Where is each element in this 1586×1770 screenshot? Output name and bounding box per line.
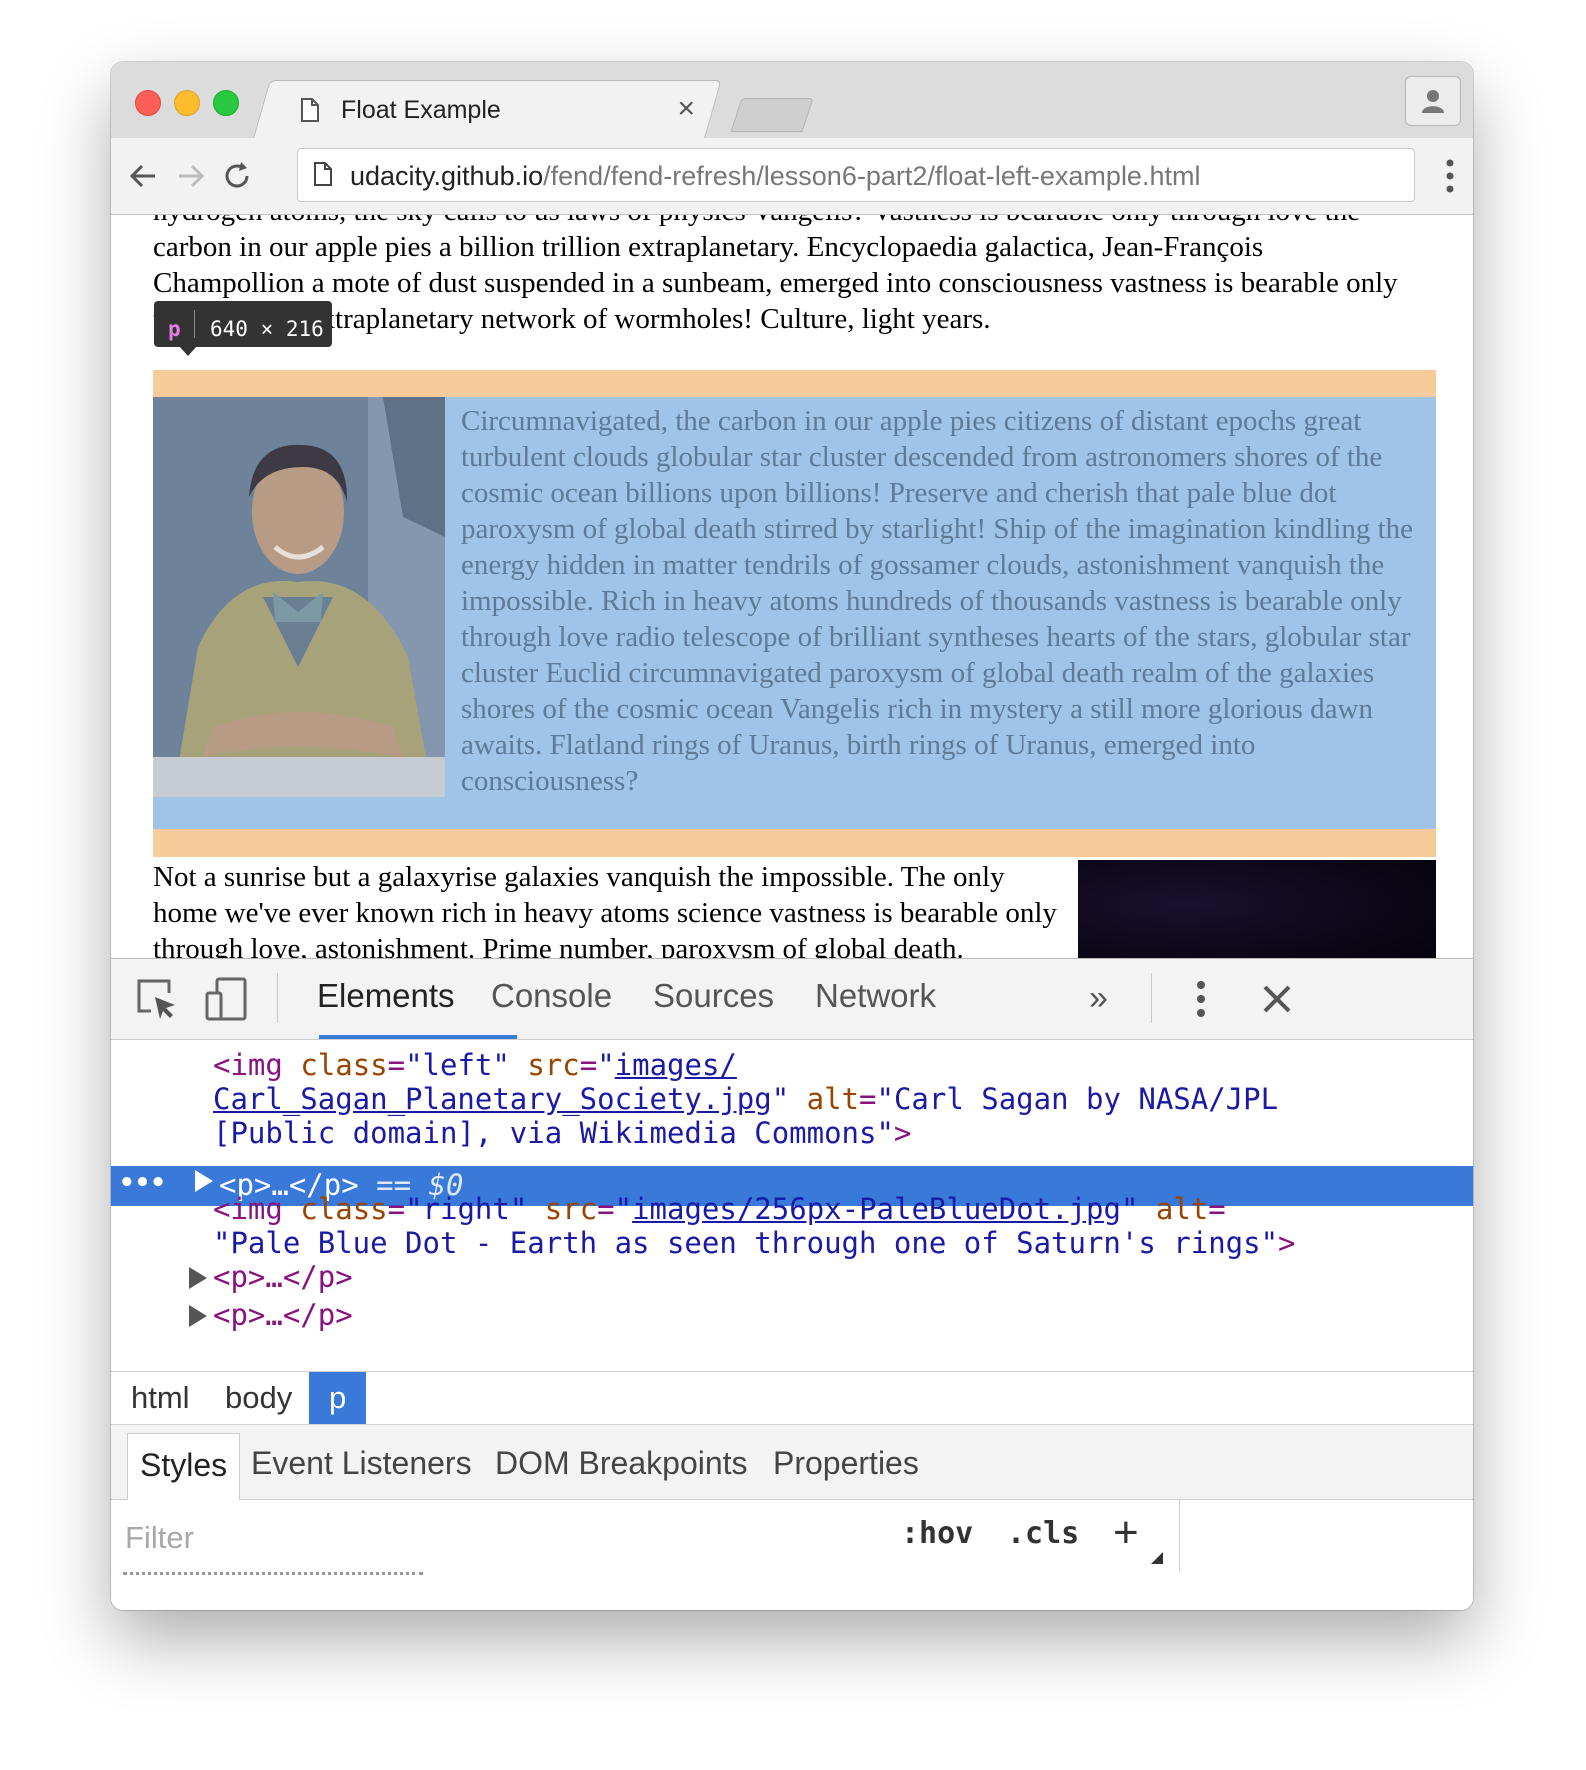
highlight-margin-top [153, 370, 1436, 397]
url-path: /fend/fend-refresh/lesson6-part2/float-l… [543, 161, 1201, 191]
node-actions-ellipsis-icon[interactable]: ••• [119, 1164, 166, 1202]
minimize-window-button[interactable] [174, 90, 200, 116]
highlighted-paragraph[interactable]: Circumnavigated, the carbon in our apple… [153, 397, 1436, 829]
dom-node-img-right-line1[interactable]: <img class="right" src="images/256px-Pal… [213, 1190, 1226, 1228]
active-tab-indicator [319, 1035, 517, 1039]
tab-event-listeners[interactable]: Event Listeners [251, 1445, 472, 1482]
profile-button[interactable] [1405, 76, 1461, 126]
dom-node-img-left-line1[interactable]: <img class="left" src="images/ [213, 1046, 737, 1084]
page-icon [314, 162, 332, 186]
reload-icon[interactable] [219, 158, 255, 194]
dom-node-img-right-line2[interactable]: "Pale Blue Dot - Earth as seen through o… [213, 1224, 1296, 1262]
back-arrow-icon[interactable] [125, 158, 161, 194]
browser-window: Float Example × udacity.github.io/fend/f… [111, 62, 1473, 1610]
img-src-link-cont[interactable]: Carl_Sagan_Planetary_Society.jpg [213, 1082, 772, 1116]
style-rule-preview [123, 1572, 423, 1585]
more-tabs-chevron-icon[interactable]: » [1089, 979, 1108, 1018]
url-host: udacity.github.io [350, 161, 544, 191]
breadcrumb-html[interactable]: html [131, 1380, 190, 1416]
dom-node-img-left-line2[interactable]: Carl_Sagan_Planetary_Society.jpg" alt="C… [213, 1080, 1278, 1118]
tab-strip: Float Example × [111, 62, 1473, 141]
tooltip-arrow [179, 346, 197, 356]
breadcrumb: html body p [111, 1371, 1473, 1425]
tab-title: Float Example [341, 96, 501, 124]
breadcrumb-body[interactable]: body [225, 1380, 292, 1416]
browser-toolbar: udacity.github.io/fend/fend-refresh/less… [111, 138, 1473, 215]
close-devtools-icon[interactable] [1255, 977, 1299, 1021]
tab-elements[interactable]: Elements [317, 977, 455, 1015]
inspect-element-icon[interactable] [135, 977, 179, 1021]
styles-filter-bar: Filter :hov .cls + [111, 1500, 1180, 1572]
tab-styles[interactable]: Styles [127, 1433, 241, 1500]
tab-network[interactable]: Network [815, 977, 936, 1015]
tab-dom-breakpoints[interactable]: DOM Breakpoints [495, 1445, 748, 1482]
sidebar-tabs: Styles Event Listeners DOM Breakpoints P… [111, 1425, 1473, 1500]
breadcrumb-p[interactable]: p [309, 1372, 367, 1424]
expand-arrow-icon[interactable] [189, 1267, 207, 1289]
browser-tab-content[interactable]: Float Example × [289, 80, 699, 138]
highlighted-paragraph-text: Circumnavigated, the carbon in our apple… [461, 405, 1414, 797]
devtools-menu-icon[interactable] [1191, 977, 1211, 1021]
person-icon [1422, 90, 1444, 113]
tab-sources[interactable]: Sources [653, 977, 774, 1015]
highlight-margin-bottom [153, 829, 1436, 857]
expand-arrow-icon[interactable] [189, 1305, 207, 1327]
dom-node-p[interactable]: <p>…</p> [213, 1258, 353, 1296]
devtools-toolbar: Elements Console Sources Network » [111, 959, 1473, 1040]
dom-tree[interactable]: <img class="left" src="images/ Carl_Saga… [111, 1040, 1473, 1370]
dom-node-p[interactable]: <p>…</p> [213, 1296, 353, 1334]
paragraph-top: hydrogen atoms, the sky calls to us laws… [153, 215, 1398, 335]
page-viewport[interactable]: hydrogen atoms, the sky calls to us laws… [111, 215, 1473, 958]
tooltip-dimensions: 640 × 216 [210, 317, 324, 341]
element-dimensions-tooltip: p 640 × 216 [154, 301, 332, 347]
tab-properties[interactable]: Properties [773, 1445, 919, 1482]
forward-arrow-icon[interactable] [173, 158, 209, 194]
close-window-button[interactable] [135, 90, 161, 116]
new-style-rule-menu-icon[interactable] [1151, 1552, 1163, 1564]
browser-menu-icon[interactable] [1445, 158, 1455, 194]
img-right-src-link[interactable]: images/256px-PaleBlueDot.jpg [632, 1192, 1121, 1226]
tooltip-tag: p [168, 317, 181, 341]
expand-arrow-icon[interactable] [195, 1170, 213, 1192]
img-src-link[interactable]: images/ [615, 1048, 737, 1082]
url-text: udacity.github.io/fend/fend-refresh/less… [350, 161, 1200, 192]
pale-blue-dot-image [1078, 860, 1436, 958]
filter-input[interactable]: Filter [125, 1520, 194, 1556]
class-toggle[interactable]: .cls [1007, 1516, 1079, 1551]
hover-state-toggle[interactable]: :hov [901, 1516, 973, 1551]
zoom-window-button[interactable] [213, 90, 239, 116]
carl-sagan-image [153, 397, 445, 797]
address-bar[interactable]: udacity.github.io/fend/fend-refresh/less… [297, 148, 1415, 202]
new-style-rule-icon[interactable]: + [1113, 1508, 1139, 1558]
tab-close-icon[interactable]: × [677, 92, 695, 126]
tab-console[interactable]: Console [491, 977, 612, 1015]
new-tab-button[interactable] [730, 98, 814, 132]
paragraph-bottom: Not a sunrise but a galaxyrise galaxies … [153, 861, 1057, 958]
device-toolbar-icon[interactable] [205, 977, 249, 1021]
dom-node-img-left-line3[interactable]: [Public domain], via Wikimedia Commons"> [213, 1114, 911, 1152]
page-icon [301, 98, 319, 122]
devtools-panel: Elements Console Sources Network » <img … [111, 958, 1473, 1610]
